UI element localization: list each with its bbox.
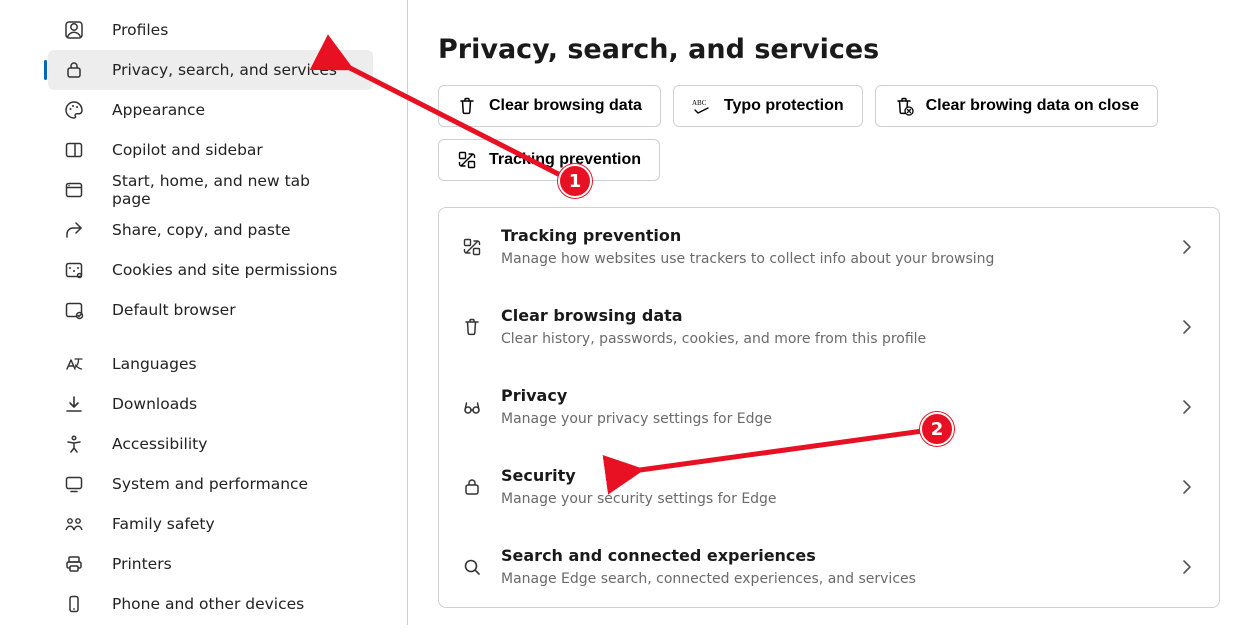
row-title: Search and connected experiences: [501, 546, 1159, 565]
sidebar-item-label: Profiles: [112, 21, 168, 39]
chip-clear-browsing-data[interactable]: Clear browsing data: [438, 85, 661, 127]
sidebar-item-label: Phone and other devices: [112, 595, 304, 613]
lock-icon: [64, 60, 84, 80]
family-icon: [64, 514, 84, 534]
chip-tracking-prevention[interactable]: Tracking prevention: [438, 139, 660, 181]
settings-list-panel: Tracking prevention Manage how websites u…: [438, 207, 1220, 608]
lock-icon: [461, 476, 483, 498]
sidebar-item-label: Languages: [112, 355, 197, 373]
row-title: Clear browsing data: [501, 306, 1159, 325]
chevron-right-icon: [1177, 237, 1197, 257]
chevron-right-icon: [1177, 397, 1197, 417]
sidebar-item-label: Appearance: [112, 101, 205, 119]
trash-icon: [457, 96, 477, 116]
sidebar-item-privacy-search-and-services[interactable]: Privacy, search, and services: [48, 50, 373, 90]
sidebar-icon: [64, 140, 84, 160]
startpage-icon: [64, 180, 84, 200]
settings-row-search-and-connected-experiences[interactable]: Search and connected experiences Manage E…: [439, 527, 1219, 607]
trash-icon: [461, 316, 483, 338]
palette-icon: [64, 100, 84, 120]
page-title: Privacy, search, and services: [438, 34, 1220, 65]
sidebar-item-cookies-and-site-permissions[interactable]: Cookies and site permissions: [48, 250, 373, 290]
chip-clear-browing-data-on-close[interactable]: Clear browing data on close: [875, 85, 1158, 127]
row-desc: Manage Edge search, connected experience…: [501, 571, 1159, 587]
search-icon: [461, 556, 483, 578]
sidebar-item-accessibility[interactable]: Accessibility: [48, 424, 373, 464]
sidebar-item-label: Accessibility: [112, 435, 207, 453]
tracking-icon: [457, 150, 477, 170]
sidebar-item-phone-and-other-devices[interactable]: Phone and other devices: [48, 584, 373, 624]
chip-label: Typo protection: [724, 97, 844, 115]
row-title: Security: [501, 466, 1159, 485]
chip-label: Tracking prevention: [489, 151, 641, 169]
sidebar-item-system-and-performance[interactable]: System and performance: [48, 464, 373, 504]
sidebar-item-start-home-and-new-tab-page[interactable]: Start, home, and new tab page: [48, 170, 373, 210]
glasses-icon: [461, 396, 483, 418]
chip-label: Clear browsing data: [489, 97, 642, 115]
sidebar-item-label: Default browser: [112, 301, 236, 319]
trash-x-icon: [894, 96, 914, 116]
abc-icon: [692, 96, 712, 116]
chevron-right-icon: [1177, 317, 1197, 337]
system-icon: [64, 474, 84, 494]
sidebar-item-label: Start, home, and new tab page: [112, 172, 353, 208]
chevron-right-icon: [1177, 477, 1197, 497]
sidebar-item-label: Share, copy, and paste: [112, 221, 291, 239]
sidebar-item-label: System and performance: [112, 475, 308, 493]
sidebar-item-label: Copilot and sidebar: [112, 141, 263, 159]
default-browser-icon: [64, 300, 84, 320]
tracking-icon: [461, 236, 483, 258]
share-icon: [64, 220, 84, 240]
row-title: Privacy: [501, 386, 1159, 405]
sidebar-item-copilot-and-sidebar[interactable]: Copilot and sidebar: [48, 130, 373, 170]
sidebar-item-label: Privacy, search, and services: [112, 61, 337, 79]
cookies-icon: [64, 260, 84, 280]
chip-typo-protection[interactable]: Typo protection: [673, 85, 863, 127]
row-desc: Manage how websites use trackers to coll…: [501, 251, 1159, 267]
settings-row-clear-browsing-data[interactable]: Clear browsing data Clear history, passwo…: [439, 287, 1219, 367]
accessibility-icon: [64, 434, 84, 454]
settings-sidebar: Profiles Privacy, search, and services App…: [0, 0, 408, 625]
sidebar-item-default-browser[interactable]: Default browser: [48, 290, 373, 330]
chip-label: Clear browing data on close: [926, 97, 1139, 115]
printer-icon: [64, 554, 84, 574]
row-desc: Manage your privacy settings for Edge: [501, 411, 1159, 427]
sidebar-item-printers[interactable]: Printers: [48, 544, 373, 584]
download-icon: [64, 394, 84, 414]
settings-row-privacy[interactable]: Privacy Manage your privacy settings for …: [439, 367, 1219, 447]
sidebar-item-label: Family safety: [112, 515, 215, 533]
row-title: Tracking prevention: [501, 226, 1159, 245]
languages-icon: [64, 354, 84, 374]
profile-icon: [64, 20, 84, 40]
sidebar-item-appearance[interactable]: Appearance: [48, 90, 373, 130]
settings-row-security[interactable]: Security Manage your security settings fo…: [439, 447, 1219, 527]
sidebar-item-label: Printers: [112, 555, 172, 573]
quick-actions-row: Clear browsing data Typo protection Clear …: [438, 85, 1220, 181]
sidebar-item-profiles[interactable]: Profiles: [48, 10, 373, 50]
row-desc: Clear history, passwords, cookies, and m…: [501, 331, 1159, 347]
row-desc: Manage your security settings for Edge: [501, 491, 1159, 507]
sidebar-item-label: Downloads: [112, 395, 197, 413]
sidebar-item-downloads[interactable]: Downloads: [48, 384, 373, 424]
sidebar-item-share-copy-and-paste[interactable]: Share, copy, and paste: [48, 210, 373, 250]
main-content: Privacy, search, and services Clear brow…: [408, 0, 1250, 625]
phone-icon: [64, 594, 84, 614]
sidebar-item-languages[interactable]: Languages: [48, 344, 373, 384]
sidebar-item-label: Cookies and site permissions: [112, 261, 337, 279]
sidebar-item-family-safety[interactable]: Family safety: [48, 504, 373, 544]
chevron-right-icon: [1177, 557, 1197, 577]
settings-row-tracking-prevention[interactable]: Tracking prevention Manage how websites u…: [439, 208, 1219, 287]
